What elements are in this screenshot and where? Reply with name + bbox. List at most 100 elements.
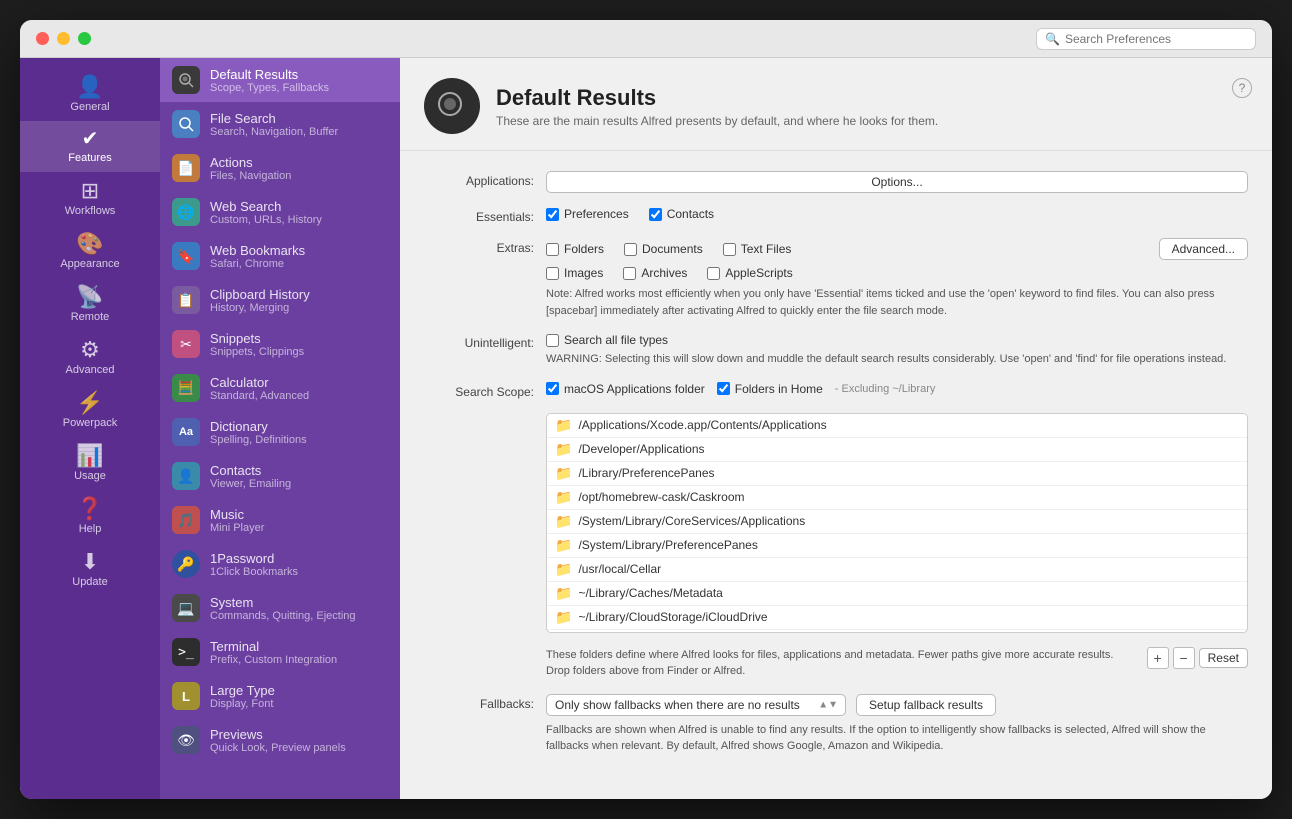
sidebar-item-appearance[interactable]: 🎨 Appearance bbox=[20, 225, 160, 278]
advanced-button[interactable]: Advanced... bbox=[1159, 238, 1248, 260]
terminal-icon: >_ bbox=[172, 638, 200, 666]
folder-item-1[interactable]: 📁 /Developer/Applications bbox=[547, 438, 1247, 462]
folder-path-8: ~/Library/CloudStorage/iCloudDrive bbox=[578, 610, 767, 624]
nav-item-web-search[interactable]: 🌐 Web Search Custom, URLs, History bbox=[160, 190, 400, 234]
fallback-select-wrap[interactable]: Only show fallbacks when there are no re… bbox=[546, 694, 846, 716]
sidebar-item-help[interactable]: ❓ Help bbox=[20, 490, 160, 543]
search-input[interactable] bbox=[1065, 32, 1247, 46]
nav-item-sub-web-bookmarks: Safari, Chrome bbox=[210, 258, 305, 270]
applescripts-checkbox[interactable] bbox=[707, 267, 720, 280]
nav-item-terminal[interactable]: >_ Terminal Prefix, Custom Integration bbox=[160, 630, 400, 674]
dictionary-icon: Aa bbox=[172, 418, 200, 446]
fallback-select[interactable]: Only show fallbacks when there are no re… bbox=[546, 694, 846, 716]
extras-checkboxes-row2: Images Archives AppleScripts bbox=[546, 266, 1248, 280]
sidebar-item-general[interactable]: 👤 General bbox=[20, 68, 160, 121]
nav-item-title-terminal: Terminal bbox=[210, 639, 337, 654]
folder-item-4[interactable]: 📁 /System/Library/CoreServices/Applicati… bbox=[547, 510, 1247, 534]
help-button[interactable]: ? bbox=[1232, 78, 1252, 98]
close-button[interactable] bbox=[36, 32, 49, 45]
folder-item-3[interactable]: 📁 /opt/homebrew-cask/Caskroom bbox=[547, 486, 1247, 510]
nav-item-snippets[interactable]: ✂ Snippets Snippets, Clippings bbox=[160, 322, 400, 366]
applescripts-checkbox-row[interactable]: AppleScripts bbox=[707, 266, 792, 280]
folder-path-3: /opt/homebrew-cask/Caskroom bbox=[578, 490, 744, 504]
search-all-file-types-row[interactable]: Search all file types bbox=[546, 333, 1248, 347]
remove-folder-button[interactable]: − bbox=[1173, 647, 1195, 669]
excluding-label: - Excluding ~/Library bbox=[835, 383, 936, 395]
update-icon: ⬇ bbox=[81, 551, 99, 573]
nav-item-title-clipboard-history: Clipboard History bbox=[210, 287, 310, 302]
powerpack-icon: ⚡ bbox=[76, 392, 103, 414]
nav-item-previews[interactable]: 👁 Previews Quick Look, Preview panels bbox=[160, 718, 400, 762]
search-all-file-types-checkbox[interactable] bbox=[546, 334, 559, 347]
sidebar-item-update[interactable]: ⬇ Update bbox=[20, 543, 160, 596]
preferences-checkbox-row[interactable]: Preferences bbox=[546, 207, 629, 221]
nav-item-title-system: System bbox=[210, 595, 356, 610]
sidebar-item-usage[interactable]: 📊 Usage bbox=[20, 437, 160, 490]
sidebar-item-advanced[interactable]: ⚙ Advanced bbox=[20, 331, 160, 384]
macos-applications-row[interactable]: macOS Applications folder bbox=[546, 382, 705, 396]
macos-applications-checkbox[interactable] bbox=[546, 382, 559, 395]
contacts-checkbox[interactable] bbox=[649, 208, 662, 221]
documents-checkbox[interactable] bbox=[624, 243, 637, 256]
archives-checkbox-row[interactable]: Archives bbox=[623, 266, 687, 280]
folders-home-row[interactable]: Folders in Home bbox=[717, 382, 823, 396]
nav-item-clipboard-history[interactable]: 📋 Clipboard History History, Merging bbox=[160, 278, 400, 322]
nav-item-actions[interactable]: 📄 Actions Files, Navigation bbox=[160, 146, 400, 190]
folders-checkbox-row[interactable]: Folders bbox=[546, 242, 604, 256]
nav-item-sub-calculator: Standard, Advanced bbox=[210, 390, 309, 402]
nav-item-default-results[interactable]: Default Results Scope, Types, Fallbacks bbox=[160, 58, 400, 102]
contacts-checkbox-row[interactable]: Contacts bbox=[649, 207, 714, 221]
nav-item-text-music: Music Mini Player bbox=[210, 507, 264, 534]
reset-button[interactable]: Reset bbox=[1199, 648, 1248, 668]
add-folder-button[interactable]: + bbox=[1147, 647, 1169, 669]
nav-item-large-type[interactable]: L Large Type Display, Font bbox=[160, 674, 400, 718]
maximize-button[interactable] bbox=[78, 32, 91, 45]
folder-item-7[interactable]: 📁 ~/Library/Caches/Metadata bbox=[547, 582, 1247, 606]
sidebar-item-features[interactable]: ✔ Features bbox=[20, 121, 160, 172]
folder-item-2[interactable]: 📁 /Library/PreferencePanes bbox=[547, 462, 1247, 486]
applications-content: Options... bbox=[546, 171, 1248, 193]
documents-checkbox-row[interactable]: Documents bbox=[624, 242, 703, 256]
fallbacks-controls: Only show fallbacks when there are no re… bbox=[546, 694, 1248, 716]
main-content: 👤 General ✔ Features ⊞ Workflows 🎨 Appea… bbox=[20, 58, 1272, 799]
text-files-checkbox-row[interactable]: Text Files bbox=[723, 242, 792, 256]
folder-icon-2: 📁 bbox=[555, 465, 572, 482]
search-bar[interactable]: 🔍 bbox=[1036, 28, 1256, 50]
nav-item-file-search[interactable]: File Search Search, Navigation, Buffer bbox=[160, 102, 400, 146]
nav-item-music[interactable]: 🎵 Music Mini Player bbox=[160, 498, 400, 542]
nav-item-dictionary[interactable]: Aa Dictionary Spelling, Definitions bbox=[160, 410, 400, 454]
nav-item-1password[interactable]: 🔑 1Password 1Click Bookmarks bbox=[160, 542, 400, 586]
folder-item-8[interactable]: 📁 ~/Library/CloudStorage/iCloudDrive bbox=[547, 606, 1247, 630]
folders-home-checkbox[interactable] bbox=[717, 382, 730, 395]
folder-item-5[interactable]: 📁 /System/Library/PreferencePanes bbox=[547, 534, 1247, 558]
applescripts-label: AppleScripts bbox=[725, 266, 792, 280]
folder-item-0[interactable]: 📁 /Applications/Xcode.app/Contents/Appli… bbox=[547, 414, 1247, 438]
images-checkbox[interactable] bbox=[546, 267, 559, 280]
folder-icon-3: 📁 bbox=[555, 489, 572, 506]
nav-item-system[interactable]: 💻 System Commands, Quitting, Ejecting bbox=[160, 586, 400, 630]
nav-item-web-bookmarks[interactable]: 🔖 Web Bookmarks Safari, Chrome bbox=[160, 234, 400, 278]
scope-note: These folders define where Alfred looks … bbox=[546, 647, 1135, 680]
folder-item-6[interactable]: 📁 /usr/local/Cellar bbox=[547, 558, 1247, 582]
nav-item-calculator[interactable]: 🧮 Calculator Standard, Advanced bbox=[160, 366, 400, 410]
preferences-label: Preferences bbox=[564, 207, 629, 221]
setup-fallback-button[interactable]: Setup fallback results bbox=[856, 694, 996, 716]
folders-home-label: Folders in Home bbox=[735, 382, 823, 396]
panel-body: Applications: Options... Essentials: Pre… bbox=[400, 151, 1272, 775]
sidebar-item-powerpack[interactable]: ⚡ Powerpack bbox=[20, 384, 160, 437]
sidebar-item-workflows[interactable]: ⊞ Workflows bbox=[20, 172, 160, 225]
folder-item-9[interactable]: 📁 ~/Library/Mobile Documents bbox=[547, 630, 1247, 633]
sidebar-item-remote[interactable]: 📡 Remote bbox=[20, 278, 160, 331]
nav-item-sub-contacts: Viewer, Emailing bbox=[210, 478, 291, 490]
folder-path-1: /Developer/Applications bbox=[578, 442, 704, 456]
nav-item-contacts[interactable]: 👤 Contacts Viewer, Emailing bbox=[160, 454, 400, 498]
text-files-checkbox[interactable] bbox=[723, 243, 736, 256]
options-button[interactable]: Options... bbox=[546, 171, 1248, 193]
preferences-checkbox[interactable] bbox=[546, 208, 559, 221]
archives-checkbox[interactable] bbox=[623, 267, 636, 280]
panel-title: Default Results bbox=[496, 85, 1248, 111]
1password-icon: 🔑 bbox=[172, 550, 200, 578]
images-checkbox-row[interactable]: Images bbox=[546, 266, 603, 280]
minimize-button[interactable] bbox=[57, 32, 70, 45]
folders-checkbox[interactable] bbox=[546, 243, 559, 256]
